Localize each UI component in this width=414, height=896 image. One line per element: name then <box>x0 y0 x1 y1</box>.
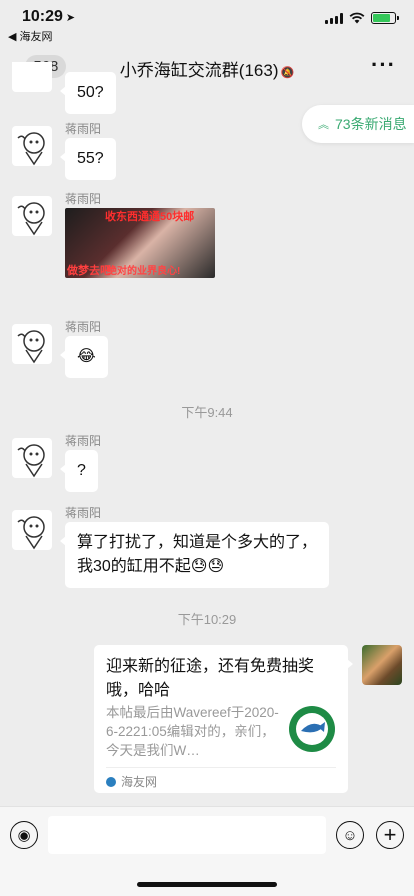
sender-name: 蒋雨阳 <box>65 434 102 448</box>
timestamp: 下午9:44 <box>181 405 233 420</box>
card-title: 迎来新的征途，还有免费抽奖哦，哈哈 <box>106 658 315 699</box>
wifi-icon <box>349 12 365 24</box>
source-icon <box>106 776 116 787</box>
message-bubble[interactable]: 😂 <box>60 336 108 378</box>
message-input[interactable] <box>48 816 326 854</box>
link-card[interactable]: 迎来新的征途，还有免费抽奖哦，哈哈 本帖最后由Wavereef于2020-6-2… <box>94 645 353 793</box>
message-line: 我30的缸用不起😓😓 <box>77 558 225 575</box>
chat-title: 小乔海缸交流群(163) 🔕 <box>119 61 295 80</box>
cartoon-avatar-icon <box>17 516 45 550</box>
sender-name: 蒋雨阳 <box>65 122 102 136</box>
message-bubble[interactable]: ? <box>60 450 98 492</box>
back-to-app-link[interactable]: ◀ 海友网 <box>8 28 53 44</box>
sticker-caption: 做梦去吧 <box>67 265 111 277</box>
message-bubble[interactable]: 算了打扰了，知道是个多大的了， 我30的缸用不起😓😓 <box>59 522 330 588</box>
more-actions-button[interactable]: + <box>376 821 404 849</box>
new-messages-button[interactable]: ︽ 73条新消息 <box>302 105 414 143</box>
avatar[interactable] <box>12 126 52 166</box>
battery-icon <box>371 12 399 24</box>
message-bubble[interactable]: 50? <box>60 72 116 114</box>
plus-icon: + <box>383 822 397 847</box>
location-icon: ➤ <box>65 12 76 24</box>
status-icons <box>325 12 399 24</box>
meme-sticker-image[interactable]: 收东西通通50块邮 做梦去吧 绝对的业界良心! <box>65 208 215 278</box>
cartoon-avatar-icon <box>17 330 45 364</box>
emoji-button[interactable]: ☺ <box>336 821 364 849</box>
message-bubble[interactable]: 55? <box>60 138 116 180</box>
cartoon-avatar-icon <box>17 202 45 236</box>
avatar[interactable] <box>12 196 52 236</box>
card-description: 本帖最后由Wavereef于2020-6-2221:05编辑对的，亲们，今天是我… <box>106 705 279 758</box>
cartoon-avatar-icon <box>17 444 45 478</box>
more-options-button[interactable]: ··· <box>371 52 396 78</box>
cartoon-avatar-icon <box>17 132 45 166</box>
signal-icon <box>325 12 343 24</box>
sender-name: 蒋雨阳 <box>65 192 102 206</box>
timestamp: 下午10:29 <box>177 612 237 627</box>
message-line: 算了打扰了，知道是个多大的了， <box>77 534 318 551</box>
home-indicator <box>137 882 277 887</box>
mute-bell-icon: 🔕 <box>280 67 295 79</box>
sender-name: 蒋雨阳 <box>65 320 102 334</box>
my-avatar[interactable] <box>362 645 402 685</box>
voice-input-button[interactable]: ◉ <box>10 821 38 849</box>
sender-name: 蒋雨阳 <box>65 506 102 520</box>
avatar[interactable] <box>12 438 52 478</box>
site-logo-icon <box>289 706 335 752</box>
sticker-caption: 收东西通通50块邮 <box>105 211 195 223</box>
sticker-caption: 绝对的业界良心! <box>107 266 181 277</box>
avatar[interactable] <box>12 510 52 550</box>
clock: 10:29 ➤ <box>22 8 76 25</box>
voice-icon: ◉ <box>17 826 31 844</box>
avatar[interactable] <box>12 62 52 92</box>
avatar[interactable] <box>12 324 52 364</box>
status-bar: 10:29 ➤ ◀ 海友网 <box>0 0 414 44</box>
smiley-icon: ☺ <box>342 826 358 844</box>
divider <box>106 767 336 768</box>
card-source: 海友网 <box>106 773 157 790</box>
chat-header: ‹ 568 小乔海缸交流群(163)🔕 ··· <box>0 44 414 90</box>
double-chevron-up-icon: ︽ <box>318 119 329 131</box>
